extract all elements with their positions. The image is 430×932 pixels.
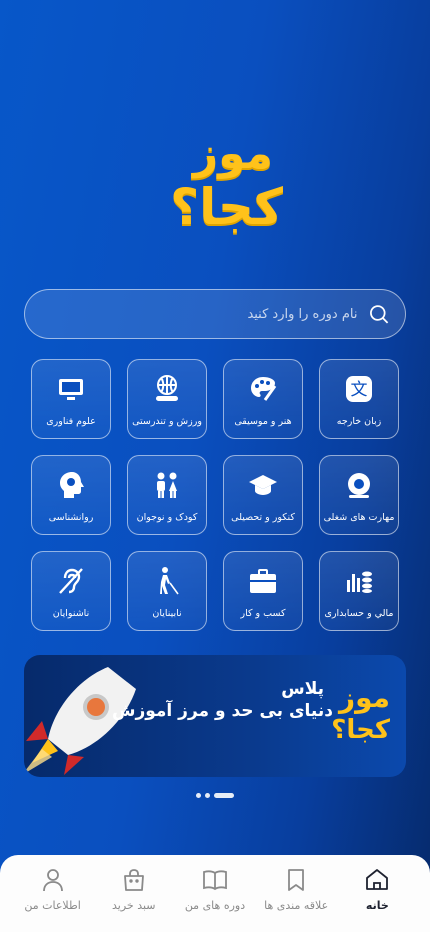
banner-logo-line-1: موز	[338, 681, 392, 714]
category-job-skills[interactable]: مهارت های شغلی	[319, 455, 399, 535]
tab-cart[interactable]: سبد خرید	[94, 867, 174, 932]
category-label: مهارت های شغلی	[323, 512, 395, 523]
svg-text:文: 文	[351, 380, 368, 400]
category-label: هنر و موسیقی	[234, 416, 292, 427]
tab-label: علاقه مندی ها	[264, 899, 329, 912]
category-grid: 文 زبان خارجه هنر و موسیقی ورزش و تندرستی…	[31, 359, 399, 631]
category-label: کودک و نوجوان	[136, 512, 198, 523]
carousel-indicator	[196, 793, 234, 798]
tab-label: دوره های من	[184, 899, 246, 912]
bottom-tab-bar: خانه علاقه مندی ها دوره های من سبد خرید …	[0, 855, 430, 932]
monitor-icon	[59, 379, 83, 400]
gear-skill-icon	[348, 473, 370, 498]
palette-icon	[251, 377, 277, 401]
finance-icon	[347, 571, 372, 593]
category-label: ورزش و تندرستی	[132, 416, 202, 427]
category-label: نابینایان	[152, 608, 182, 619]
app-logo: موز کجا؟	[150, 128, 286, 246]
category-label: روانشناسی	[48, 512, 94, 523]
home-icon	[366, 869, 389, 890]
search-bar[interactable]	[24, 289, 406, 339]
tab-profile[interactable]: اطلاعات من	[13, 867, 93, 932]
category-label: علوم فناوری	[46, 416, 96, 427]
category-finance-accounting[interactable]: مالي و حسابداری	[319, 551, 399, 631]
logo-line-2: کجا؟	[170, 178, 286, 236]
deaf-icon	[59, 568, 83, 594]
category-art-music[interactable]: هنر و موسیقی	[223, 359, 303, 439]
category-label: ناشنوایان	[52, 608, 90, 619]
carousel-dot[interactable]	[205, 793, 210, 798]
head-icon	[60, 472, 84, 498]
user-icon	[42, 869, 63, 892]
category-label: زبان خارجه	[336, 416, 382, 427]
translate-icon: 文	[346, 376, 372, 402]
category-deaf[interactable]: ناشنوایان	[31, 551, 111, 631]
bag-icon	[123, 869, 144, 891]
tab-label: اطلاعات من	[24, 899, 81, 912]
category-label: مالي و حسابداری	[324, 608, 394, 619]
sports-icon	[156, 375, 178, 401]
category-blind[interactable]: نابینایان	[127, 551, 207, 631]
category-psychology[interactable]: روانشناسی	[31, 455, 111, 535]
tab-label: سبد خرید	[112, 899, 156, 912]
children-icon	[157, 472, 177, 498]
carousel-dot[interactable]	[196, 793, 201, 798]
search-input[interactable]	[39, 306, 358, 322]
tab-label: خانه	[365, 899, 389, 912]
category-kids-teens[interactable]: کودک و نوجوان	[127, 455, 207, 535]
briefcase-icon	[250, 569, 276, 593]
banner-logo-line-2: کجا؟	[331, 715, 392, 745]
blind-icon	[160, 567, 179, 595]
banner-logo-plus: پلاس	[281, 679, 324, 699]
category-sports-health[interactable]: ورزش و تندرستی	[127, 359, 207, 439]
category-label: کنکور و تحصیلی	[231, 512, 295, 523]
graduation-cap-icon	[249, 475, 277, 495]
category-technology[interactable]: علوم فناوری	[31, 359, 111, 439]
bookmark-icon	[288, 869, 305, 891]
logo-line-1: موز	[192, 128, 275, 179]
category-exam-education[interactable]: کنکور و تحصیلی	[223, 455, 303, 535]
tab-favorites[interactable]: علاقه مندی ها	[256, 867, 336, 932]
category-label: کسب و کار	[240, 608, 286, 619]
carousel-dot-active[interactable]	[214, 793, 234, 798]
banner-tagline: دنیای بی حد و مرز آموزش	[112, 701, 333, 721]
tab-home[interactable]: خانه	[337, 867, 417, 932]
book-icon	[203, 870, 227, 891]
search-icon[interactable]	[367, 301, 391, 327]
promo-banner[interactable]: دنیای بی حد و مرز آموزش پلاس موز کجا؟	[24, 655, 406, 777]
category-foreign-languages[interactable]: 文 زبان خارجه	[319, 359, 399, 439]
category-business[interactable]: کسب و کار	[223, 551, 303, 631]
tab-my-courses[interactable]: دوره های من	[175, 867, 255, 932]
